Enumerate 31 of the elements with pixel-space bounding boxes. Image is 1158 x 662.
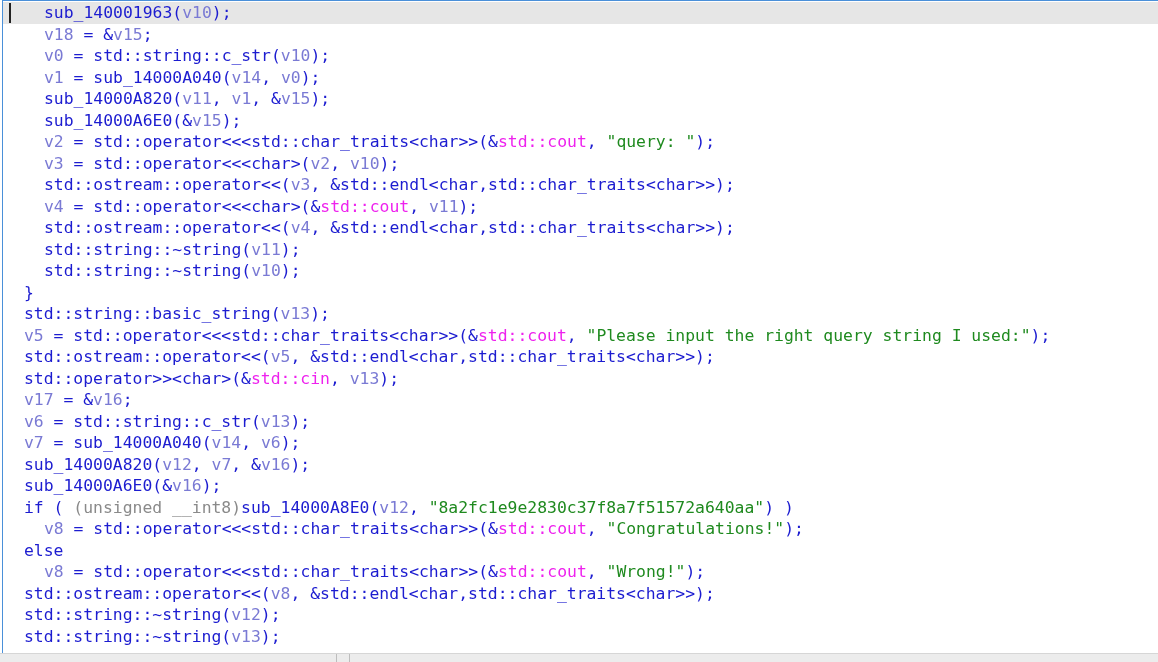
code-line[interactable]: std::ostream::operator<<(v5, &std::endl<char,std::char_traits<char>>); xyxy=(3,346,1158,368)
code-line[interactable]: sub_14000A820(v11, v1, &v15); xyxy=(3,88,1158,110)
code-line[interactable]: std::string::~string(v10); xyxy=(3,260,1158,282)
code-line[interactable]: v4 = std::operator<<<char>(&std::cout, v11); xyxy=(3,195,1158,217)
code-line[interactable]: std::ostream::operator<<(v3, &std::endl<char,std::char_traits<char>>); xyxy=(3,174,1158,196)
code-line[interactable]: v7 = sub_14000A040(v14, v6); xyxy=(3,432,1158,454)
code-line[interactable]: std::ostream::operator<<(v8, &std::endl<char,std::char_traits<char>>); xyxy=(3,582,1158,604)
code-line[interactable]: else xyxy=(3,539,1158,561)
code-line[interactable]: std::string::basic_string(v13); xyxy=(3,303,1158,325)
code-line[interactable]: sub_14000A6E0(&v15); xyxy=(3,109,1158,131)
code-line[interactable]: v3 = std::operator<<<char>(v2, v10); xyxy=(3,152,1158,174)
code-line[interactable]: std::operator>><char>(&std::cin, v13); xyxy=(3,367,1158,389)
code-line[interactable]: v5 = std::operator<<<std::char_traits<char>>(&std::cout, "Please input the right query string I used:"); xyxy=(3,324,1158,346)
code-line[interactable]: v8 = std::operator<<<std::char_traits<char>>(&std::cout, "Congratulations!"); xyxy=(3,518,1158,540)
code-line[interactable]: v17 = &v16; xyxy=(3,389,1158,411)
code-line[interactable]: v6 = std::string::c_str(v13); xyxy=(3,410,1158,432)
code-line[interactable]: v2 = std::operator<<<std::char_traits<char>>(&std::cout, "query: "); xyxy=(3,131,1158,153)
code-line[interactable]: sub_14000A6E0(&v16); xyxy=(3,475,1158,497)
code-line[interactable]: std::string::~string(v13); xyxy=(3,625,1158,647)
code-line[interactable]: } xyxy=(3,281,1158,303)
code-line[interactable]: v8 = std::operator<<<std::char_traits<char>>(&std::cout, "Wrong!"); xyxy=(3,561,1158,583)
code-line[interactable]: if ( (unsigned __int8)sub_14000A8E0(v12, "8a2fc1e9e2830c37f8a7f51572a640aa") ) xyxy=(3,496,1158,518)
code-line[interactable]: std::string::~string(v12); xyxy=(3,604,1158,626)
code-line[interactable]: v1 = sub_14000A040(v14, v0); xyxy=(3,66,1158,88)
code-line[interactable]: v18 = &v15; xyxy=(3,23,1158,45)
code-line[interactable]: v0 = std::string::c_str(v10); xyxy=(3,45,1158,67)
text-cursor xyxy=(9,3,11,23)
horizontal-scrollbar[interactable] xyxy=(0,653,1158,662)
code-line[interactable]: sub_14000A820(v12, v7, &v16); xyxy=(3,453,1158,475)
code-line[interactable]: std::ostream::operator<<(v4, &std::endl<char,std::char_traits<char>>); xyxy=(3,217,1158,239)
code-line[interactable]: std::string::~string(v11); xyxy=(3,238,1158,260)
